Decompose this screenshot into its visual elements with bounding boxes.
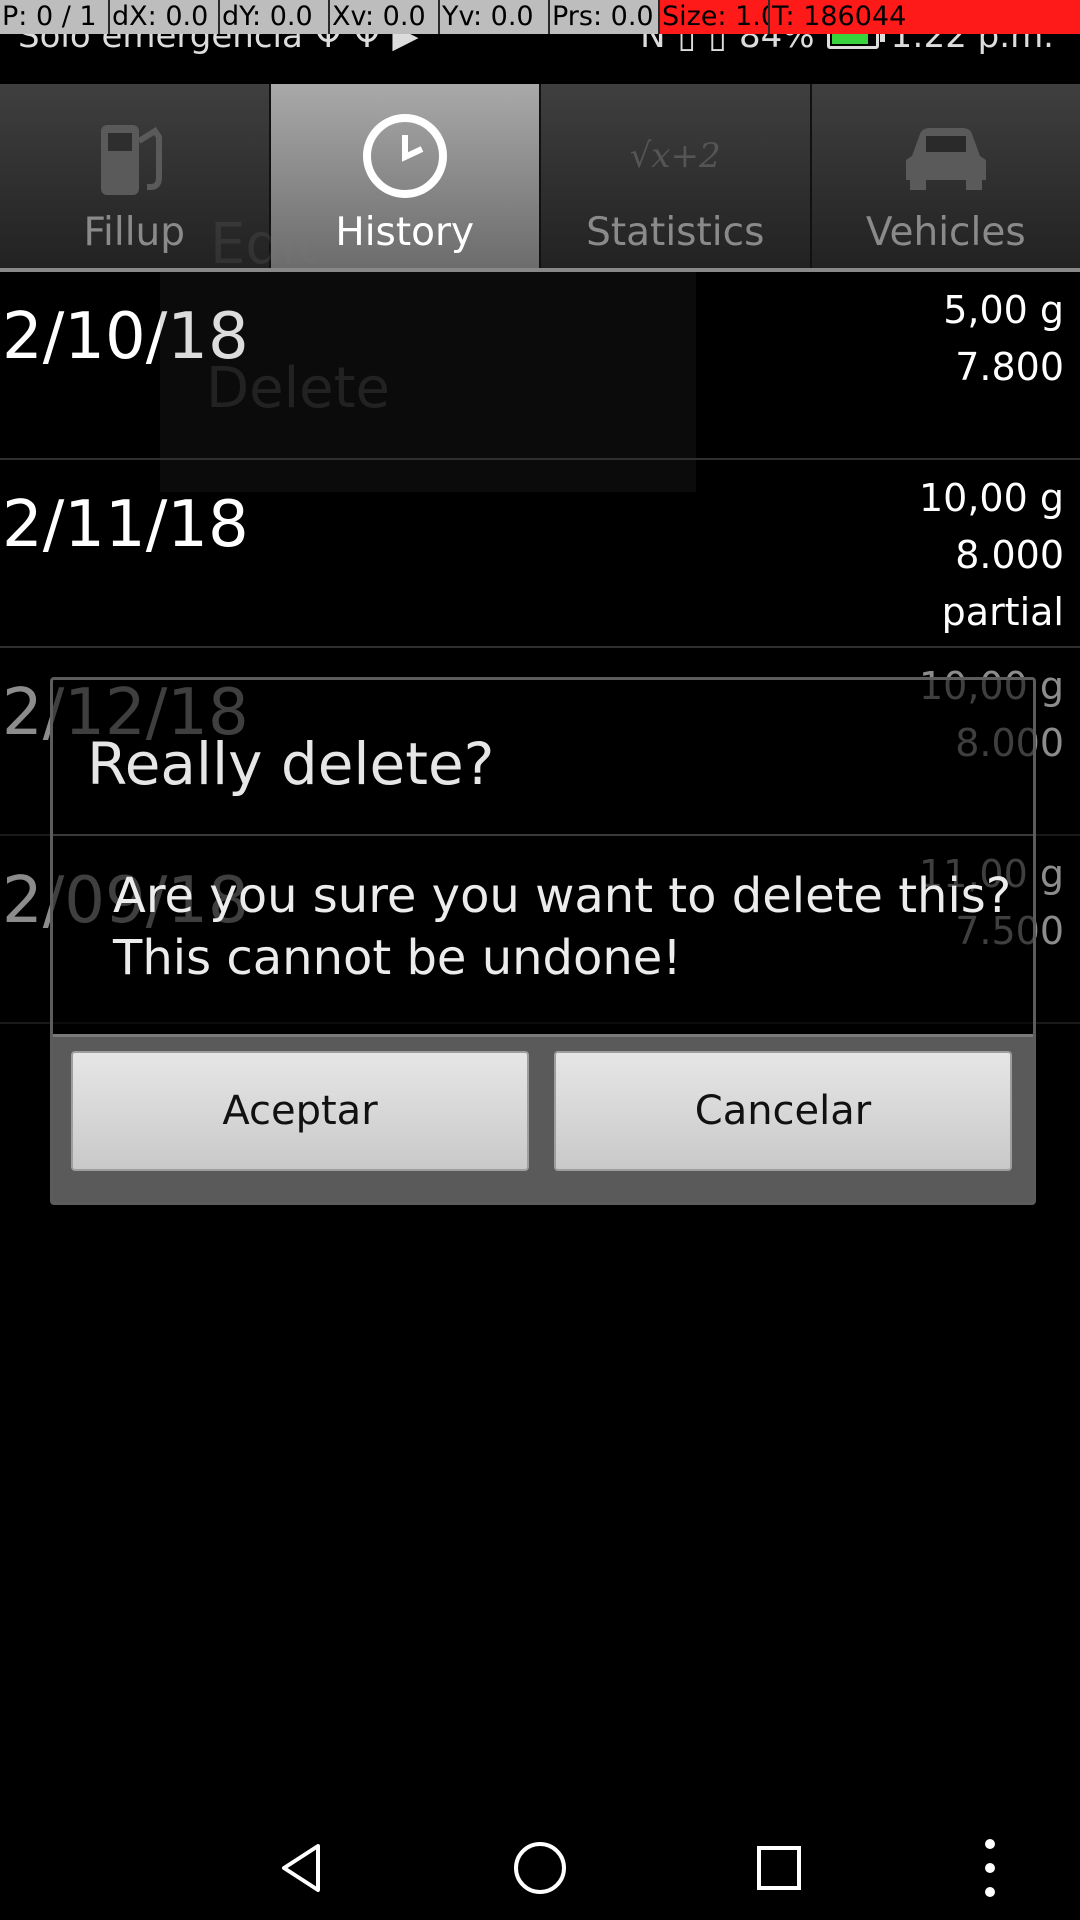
back-icon[interactable]	[262, 1828, 342, 1908]
fading-context-menu: Edit Delete	[160, 212, 696, 492]
fillup-volume: 5,00 g	[943, 288, 1064, 332]
tab-label: Statistics	[586, 210, 765, 255]
ghost-edit-item: Edit	[210, 212, 319, 277]
debug-prs: Prs: 0.0	[550, 0, 660, 34]
tab-statistics[interactable]: √x+2 Statistics	[541, 84, 812, 268]
debug-size: Size: 1.0	[660, 0, 770, 34]
debug-pointer: P: 0 / 1	[0, 0, 110, 34]
clock-icon	[355, 106, 455, 206]
recents-icon[interactable]	[739, 1828, 819, 1908]
navigation-bar	[0, 1810, 1080, 1920]
dialog-message: Are you sure you want to delete this? Th…	[113, 868, 1012, 986]
debug-yv: Yv: 0.0	[440, 0, 550, 34]
accept-button[interactable]: Aceptar	[71, 1051, 529, 1171]
pointer-debug-overlay: P: 0 / 1 dX: 0.0 dY: 0.0 Xv: 0.0 Yv: 0.0…	[0, 0, 1080, 34]
fillup-note: partial	[941, 590, 1064, 634]
fillup-volume: 10,00 g	[919, 476, 1064, 520]
dialog-divider	[53, 834, 1033, 836]
debug-dx: dX: 0.0	[110, 0, 220, 34]
car-icon	[896, 106, 996, 206]
sqrt-icon: √x+2	[629, 136, 721, 176]
dialog-title: Really delete?	[87, 730, 495, 798]
debug-time: T: 186044	[770, 0, 1080, 34]
ghost-delete-item: Delete	[206, 356, 390, 421]
tab-label: History	[335, 210, 475, 255]
debug-xv: Xv: 0.0	[330, 0, 440, 34]
fuel-pump-icon	[84, 106, 184, 206]
tab-bar: Fillup History √x+2 Statistics Vehicles	[0, 84, 1080, 272]
delete-confirm-dialog: Really delete? Are you sure you want to …	[50, 677, 1036, 1205]
fillup-odometer: 8.000	[955, 533, 1064, 577]
tab-label: Vehicles	[865, 210, 1026, 255]
tab-label: Fillup	[83, 210, 186, 255]
debug-dy: dY: 0.0	[220, 0, 330, 34]
overflow-menu-icon[interactable]	[950, 1828, 1030, 1908]
cancel-button[interactable]: Cancelar	[554, 1051, 1012, 1171]
fillup-date: 2/11/18	[2, 488, 249, 562]
fillup-odometer: 7.800	[955, 345, 1064, 389]
home-icon[interactable]	[500, 1828, 580, 1908]
dialog-button-bar: Aceptar Cancelar	[53, 1034, 1033, 1202]
tab-vehicles[interactable]: Vehicles	[811, 84, 1080, 268]
